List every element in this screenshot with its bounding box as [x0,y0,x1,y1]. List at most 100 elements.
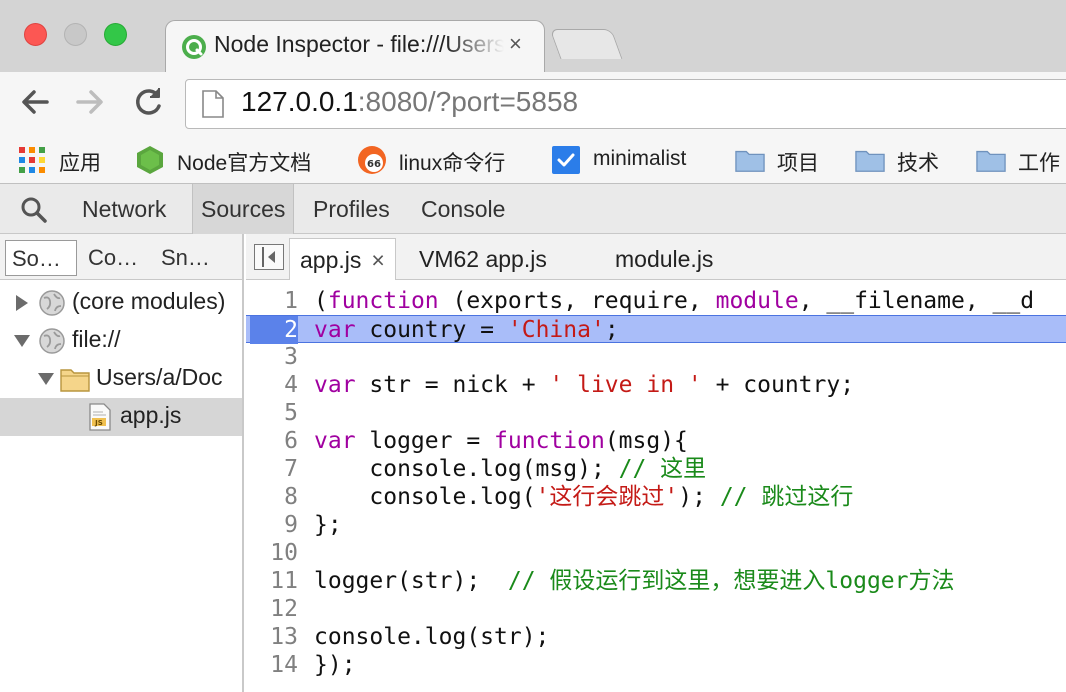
line-number[interactable]: 12 [246,595,298,623]
tree-item-file-root[interactable]: file:// [0,322,242,360]
node-inspector-favicon-icon [182,35,206,59]
badge-66-icon: 66 [358,146,386,174]
code-line[interactable]: 3 [246,343,1066,371]
code-line[interactable]: 8 console.log('这行会跳过'); // 跳过这行 [246,483,1066,511]
code-line[interactable]: 7 console.log(msg); // 这里 [246,455,1066,483]
line-number[interactable]: 4 [246,371,298,399]
code-line[interactable]: 5 [246,399,1066,427]
tree-item-app-js[interactable]: JS app.js [0,398,242,436]
reload-icon[interactable] [128,82,168,122]
line-number[interactable]: 2 [250,316,298,344]
code-line[interactable]: 2 var country = 'China'; [246,315,1066,344]
code-text: console.log(str); [314,623,549,651]
navigator-tab-snippets[interactable]: Sn… [155,240,216,276]
code-token: var [314,372,356,398]
window-close-button[interactable] [24,23,47,46]
line-number[interactable]: 5 [246,399,298,427]
sidebar-toggle-icon [262,247,275,267]
code-text: console.log(msg); // 这里 [314,455,706,483]
editor-tab-vm62-app-js[interactable]: VM62 app.js [409,238,557,280]
browser-tab-strip: Node Inspector - file:///Users/a/Doc × [0,0,1066,73]
editor-tab-module-js[interactable]: module.js [605,238,723,280]
code-line[interactable]: 14}); [246,651,1066,679]
bookmark-label: 项目 [777,152,819,175]
new-tab-button[interactable] [549,29,623,59]
window-minimize-button[interactable] [64,23,87,46]
tree-item-label: app.js [120,402,182,428]
editor-tabs: app.js × VM62 app.js module.js [246,234,1066,280]
tree-item-label: Users/a/Doc [96,364,223,390]
browser-toolbar: 127.0.0.1:8080/?port=5858 [0,72,1066,134]
navigator-tabs: So… Co… Sn… [0,234,242,280]
svg-text:JS: JS [94,419,103,427]
tab-network[interactable]: Network [74,184,174,234]
address-bar[interactable]: 127.0.0.1:8080/?port=5858 [185,79,1066,129]
collapse-arrow-icon[interactable] [38,373,54,385]
tab-console[interactable]: Console [413,184,513,234]
url-path: :8080/?port=5858 [357,86,579,117]
code-line[interactable]: 9}; [246,511,1066,539]
code-text: }); [314,651,356,679]
tab-sources[interactable]: Sources [192,184,295,234]
code-token: function [494,428,605,454]
code-line[interactable]: 12 [246,595,1066,623]
tree-item-label: (core modules) [72,288,226,314]
code-token: 'China' [507,317,605,343]
code-line[interactable]: 11 logger(str); // 假设运行到这里，想要进入logger方法 [246,567,1066,595]
bookmark-label: linux命令行 [399,152,506,175]
editor-tab-label: app.js [300,247,362,273]
code-text: var country = 'China'; [314,316,619,344]
browser-tab-title: Node Inspector - file:///Users/a/Doc [214,31,504,57]
code-token: (exports, require, [438,288,716,314]
toggle-navigator-button[interactable] [254,244,284,270]
tree-item-core-modules[interactable]: (core modules) [0,284,242,322]
editor-tab-app-js[interactable]: app.js × [289,238,396,280]
line-number[interactable]: 13 [246,623,298,651]
code-token: logger = [355,428,495,454]
line-number[interactable]: 10 [246,539,298,567]
close-tab-icon[interactable]: × [509,31,522,57]
line-number[interactable]: 6 [246,427,298,455]
forward-arrow-icon[interactable] [70,82,110,122]
code-token: }; [314,512,342,538]
navigator-tab-content-scripts[interactable]: Co… [82,240,144,276]
line-number[interactable]: 3 [246,343,298,371]
code-token: ; [604,317,619,343]
close-tab-icon[interactable]: × [371,247,384,273]
code-line[interactable]: 6 var logger = function(msg){ [246,427,1066,455]
line-number[interactable]: 14 [246,651,298,679]
collapse-arrow-icon[interactable] [14,335,30,347]
code-token: var [314,428,356,454]
code-token: logger(str); [314,568,508,594]
navigator-tab-sources[interactable]: So… [5,240,77,276]
line-number[interactable]: 1 [246,287,298,315]
back-arrow-icon[interactable] [15,82,55,122]
code-line[interactable]: 13 console.log(str); [246,623,1066,651]
code-token: (msg){ [604,428,688,454]
code-line[interactable]: 1 (function (exports, require, module, __… [246,287,1066,315]
code-token: console.log(msg); [314,456,619,482]
search-icon[interactable] [20,196,48,224]
bookmark-label: minimalist [593,147,687,170]
code-token: ); [678,484,720,510]
expand-arrow-icon[interactable] [16,295,28,311]
window-maximize-button[interactable] [104,23,127,46]
tab-profiles[interactable]: Profiles [305,184,398,234]
code-token: ( [314,288,328,314]
browser-tab-node-inspector[interactable]: Node Inspector - file:///Users/a/Doc × [165,20,545,73]
code-line[interactable]: 10 [246,539,1066,567]
svg-text:66: 66 [367,159,381,170]
tree-item-label: file:// [72,326,121,352]
line-number[interactable]: 8 [246,483,298,511]
folder-icon [976,150,1006,172]
code-line[interactable]: 4 var str = nick + ' live in ' + country; [246,371,1066,399]
bookmark-label: 工作 [1018,152,1060,175]
code-text: var logger = function(msg){ [314,427,688,455]
line-number[interactable]: 7 [246,455,298,483]
code-token: str = nick + [355,372,550,398]
code-token: + country; [701,372,855,398]
line-number[interactable]: 9 [246,511,298,539]
line-number[interactable]: 11 [246,567,298,595]
tree-item-users-folder[interactable]: Users/a/Doc [0,360,242,398]
devtools-toolbar: Network Sources Profiles Console [0,184,1066,234]
